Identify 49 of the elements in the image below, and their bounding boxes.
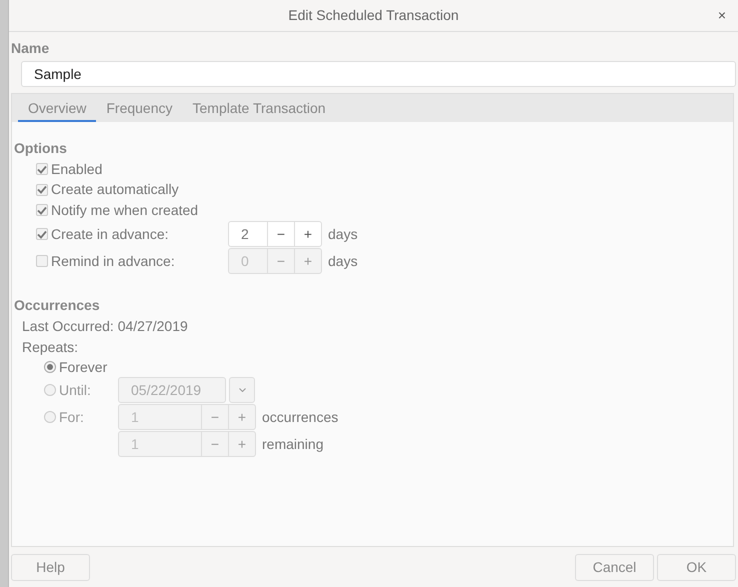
unit-label: days <box>328 252 358 271</box>
window-title: Edit Scheduled Transaction <box>288 6 459 25</box>
radio-button[interactable] <box>44 361 56 373</box>
radio-button[interactable] <box>44 411 56 423</box>
number-spinner[interactable]: 2 − + <box>228 221 322 247</box>
increment-button[interactable]: + <box>228 405 255 429</box>
tab[interactable]: Overview <box>18 94 96 122</box>
name-field[interactable]: Sample <box>21 61 736 87</box>
checkbox[interactable] <box>36 228 48 240</box>
checkbox[interactable] <box>36 204 48 216</box>
checkbox-label: Remind in advance: <box>51 252 176 270</box>
spinner-value: 1 <box>130 408 140 427</box>
radio-label: Until: <box>59 380 91 400</box>
unit-label: days <box>328 224 358 244</box>
dialog-button[interactable]: Cancel <box>575 554 654 580</box>
dialog-button[interactable]: Help <box>11 554 90 580</box>
radio-label: Forever <box>59 358 108 376</box>
decrement-button[interactable]: − <box>267 222 294 246</box>
checkbox[interactable] <box>36 163 48 176</box>
caret-icon <box>238 388 246 392</box>
checkbox-label: Create automatically <box>51 180 179 200</box>
spinner-value: 2 <box>240 225 250 244</box>
dialog-button[interactable]: OK <box>657 554 736 580</box>
section-heading: Occurrences <box>14 296 101 314</box>
tab[interactable]: Template Transaction <box>182 94 336 122</box>
increment-button[interactable]: + <box>228 432 255 456</box>
tab[interactable]: Frequency <box>96 94 183 122</box>
checkbox-label: Create in advance: <box>51 224 170 244</box>
spinner-value: 1 <box>130 435 140 454</box>
field-label: Name <box>11 39 50 58</box>
radio-label: For: <box>59 408 84 426</box>
section-heading: Options <box>14 139 68 158</box>
spinner-value: 0 <box>240 252 250 271</box>
decrement-button[interactable]: − <box>201 432 228 456</box>
radio-button[interactable] <box>44 384 56 396</box>
unit-label: occurrences <box>262 408 338 426</box>
increment-button[interactable]: + <box>294 222 321 246</box>
checkbox[interactable] <box>36 184 48 196</box>
last-occurred-text: Last Occurred: 04/27/2019 <box>22 316 188 336</box>
number-spinner[interactable]: 1 − + <box>118 431 256 457</box>
repeats-label: Repeats: <box>22 338 78 357</box>
number-spinner[interactable]: 1 − + <box>118 404 256 430</box>
radio-dot-icon <box>47 364 53 370</box>
checkbox-label: Notify me when created <box>51 200 198 220</box>
close-button[interactable]: × <box>714 6 730 24</box>
date-field[interactable]: 05/22/2019 <box>118 376 226 402</box>
decrement-button[interactable]: − <box>201 405 228 429</box>
unit-label: remaining <box>262 434 324 454</box>
checkbox-label: Enabled <box>51 160 102 179</box>
